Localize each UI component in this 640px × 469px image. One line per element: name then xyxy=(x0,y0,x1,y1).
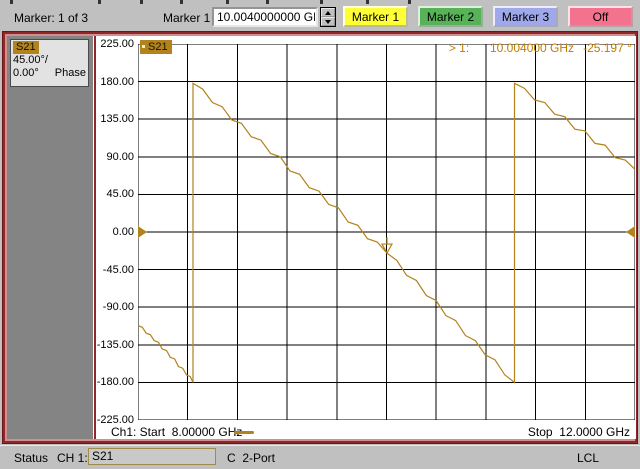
status-trace-box: S21 xyxy=(88,448,216,465)
y-tick-label: -45.00 xyxy=(102,263,134,276)
lcl-mode-label: LCL xyxy=(577,451,600,465)
stepper-up-button[interactable] xyxy=(321,8,335,17)
marker-frequency-stepper xyxy=(320,7,336,27)
active-trace-tag[interactable]: S21 xyxy=(140,40,172,54)
y-tick-label: 135.00 xyxy=(100,113,134,126)
marker-readout-number: > 1: xyxy=(448,41,470,55)
trace-name-chip: S21 xyxy=(13,41,39,54)
y-tick-label: -180.00 xyxy=(96,376,134,389)
channel-start-label: Ch1: Start 8.00000 GHz xyxy=(111,425,243,439)
marker-status-label: Marker: 1 of 3 xyxy=(14,11,89,25)
trace-scale-label: 45.00°/ xyxy=(13,54,48,66)
marker-readout-value: -25.197 ° xyxy=(583,41,632,55)
channel-label: CH 1: xyxy=(57,451,88,465)
y-tick-label: 0.00 xyxy=(112,226,134,238)
trace-legend-dash-icon xyxy=(234,431,254,434)
y-tick-label: -135.00 xyxy=(96,338,134,351)
vna-screen: Marker: 1 of 3 Marker 1 Marker 1 Marker … xyxy=(0,0,640,469)
trace-info-panel[interactable]: S21 45.00°/ 0.00° Phase xyxy=(10,39,89,87)
stop-frequency-label: Stop 12.0000 GHz xyxy=(527,425,630,439)
marker-off-button[interactable]: Off xyxy=(568,6,633,27)
marker3-button[interactable]: Marker 3 xyxy=(493,6,558,27)
ref-level-marker-left-icon xyxy=(138,226,147,238)
arrow-up-icon xyxy=(325,11,331,15)
status-label: Status xyxy=(14,451,49,465)
y-tick-label: -90.00 xyxy=(102,301,134,314)
menu-bar-remnant xyxy=(10,0,13,4)
marker-field-label: Marker 1 xyxy=(163,11,211,25)
y-tick-label: 225.00 xyxy=(100,38,134,50)
marker2-button[interactable]: Marker 2 xyxy=(418,6,483,27)
trace-reference-label: 0.00° xyxy=(13,67,39,79)
ref-level-marker-right-icon xyxy=(626,226,635,238)
y-tick-label: 180.00 xyxy=(100,75,134,88)
trace-format-label: Phase xyxy=(54,67,86,79)
trace-sidebar xyxy=(7,36,93,439)
phase-plot xyxy=(138,44,635,420)
marker-readout-frequency: 10.004000 GHz xyxy=(490,41,575,55)
stepper-down-button[interactable] xyxy=(321,17,335,26)
arrow-down-icon xyxy=(325,20,331,24)
trace-active-dot-icon xyxy=(142,45,145,48)
y-tick-label: 45.00 xyxy=(106,188,134,201)
cal-status-label: C 2-Port xyxy=(227,451,276,465)
marker-frequency-input[interactable] xyxy=(212,7,318,27)
y-tick-label: 90.00 xyxy=(106,150,134,163)
marker1-button[interactable]: Marker 1 xyxy=(343,6,408,27)
